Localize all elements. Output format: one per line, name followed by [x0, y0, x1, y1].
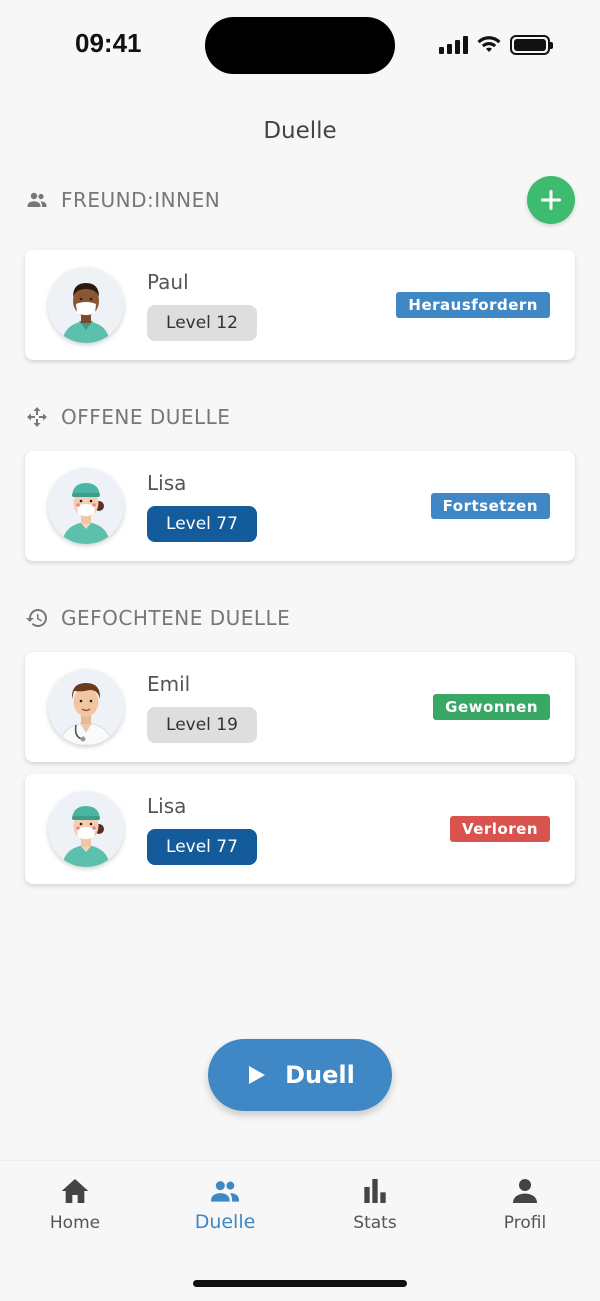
nav-label-duelle: Duelle [194, 1211, 256, 1233]
level-badge: Level 77 [147, 829, 257, 865]
level-badge: Level 77 [147, 506, 257, 542]
result-lost-badge: Verloren [449, 816, 550, 842]
player-name: Emil [147, 672, 191, 696]
fought-duel-card[interactable]: Emil Level 19 Gewonnen [25, 652, 575, 762]
friend-card[interactable]: Paul Level 12 Herausfordern [25, 250, 575, 360]
nav-item-duelle[interactable]: Duelle [150, 1175, 300, 1233]
wifi-icon [477, 36, 501, 52]
people-icon [27, 192, 47, 207]
play-icon [249, 1066, 266, 1084]
nav-item-stats[interactable]: Stats [300, 1175, 450, 1233]
battery-icon [510, 35, 553, 55]
nav-item-home[interactable]: Home [0, 1175, 150, 1233]
nav-label-stats: Stats [353, 1213, 397, 1233]
open-duel-card[interactable]: Lisa Level 77 Fortsetzen [25, 451, 575, 561]
challenge-button[interactable]: Herausfordern [396, 292, 550, 318]
section-label-fought-duels: GEFOCHTENE DUELLE [61, 606, 291, 630]
continue-button[interactable]: Fortsetzen [430, 493, 550, 519]
fought-duel-card[interactable]: Lisa Level 77 Verloren [25, 774, 575, 884]
section-header-open-duels: OFFENE DUELLE [25, 405, 230, 429]
player-name: Lisa [147, 794, 187, 818]
bar-chart-icon [364, 1179, 386, 1203]
female-nurse-cap-mask-avatar [48, 791, 124, 867]
nav-label-profil: Profil [503, 1213, 547, 1233]
start-duel-label: Duell [285, 1061, 355, 1089]
female-nurse-cap-mask-avatar [48, 468, 124, 544]
move-arrows-icon [27, 407, 47, 427]
player-name: Lisa [147, 471, 187, 495]
male-nurse-mask-avatar [48, 267, 124, 343]
result-won-badge: Gewonnen [433, 694, 550, 720]
player-name: Paul [147, 270, 189, 294]
start-duel-button[interactable]: Duell [208, 1039, 392, 1111]
people-icon [211, 1181, 239, 1202]
section-header-fought-duels: GEFOCHTENE DUELLE [25, 606, 290, 630]
add-friend-button[interactable] [527, 176, 575, 224]
level-badge: Level 19 [147, 707, 257, 743]
home-icon [61, 1179, 89, 1203]
nav-item-profil[interactable]: Profil [450, 1175, 600, 1233]
history-icon [26, 609, 47, 627]
page-title: Duelle [263, 118, 337, 144]
section-label-open-duels: OFFENE DUELLE [61, 405, 231, 429]
person-icon [513, 1179, 537, 1203]
nav-label-home: Home [49, 1213, 101, 1233]
section-header-friends: FREUND:INNEN [25, 188, 220, 212]
dynamic-island [205, 17, 395, 74]
plus-icon [541, 190, 561, 210]
level-badge: Level 12 [147, 305, 257, 341]
status-bar: 09:41 [0, 0, 600, 90]
male-doctor-stethoscope-avatar [48, 669, 124, 745]
home-indicator[interactable] [193, 1280, 407, 1287]
status-time: 09:41 [75, 28, 142, 58]
status-icons [439, 35, 553, 55]
cellular-signal-icon [439, 36, 468, 54]
section-label-friends: FREUND:INNEN [61, 188, 221, 212]
